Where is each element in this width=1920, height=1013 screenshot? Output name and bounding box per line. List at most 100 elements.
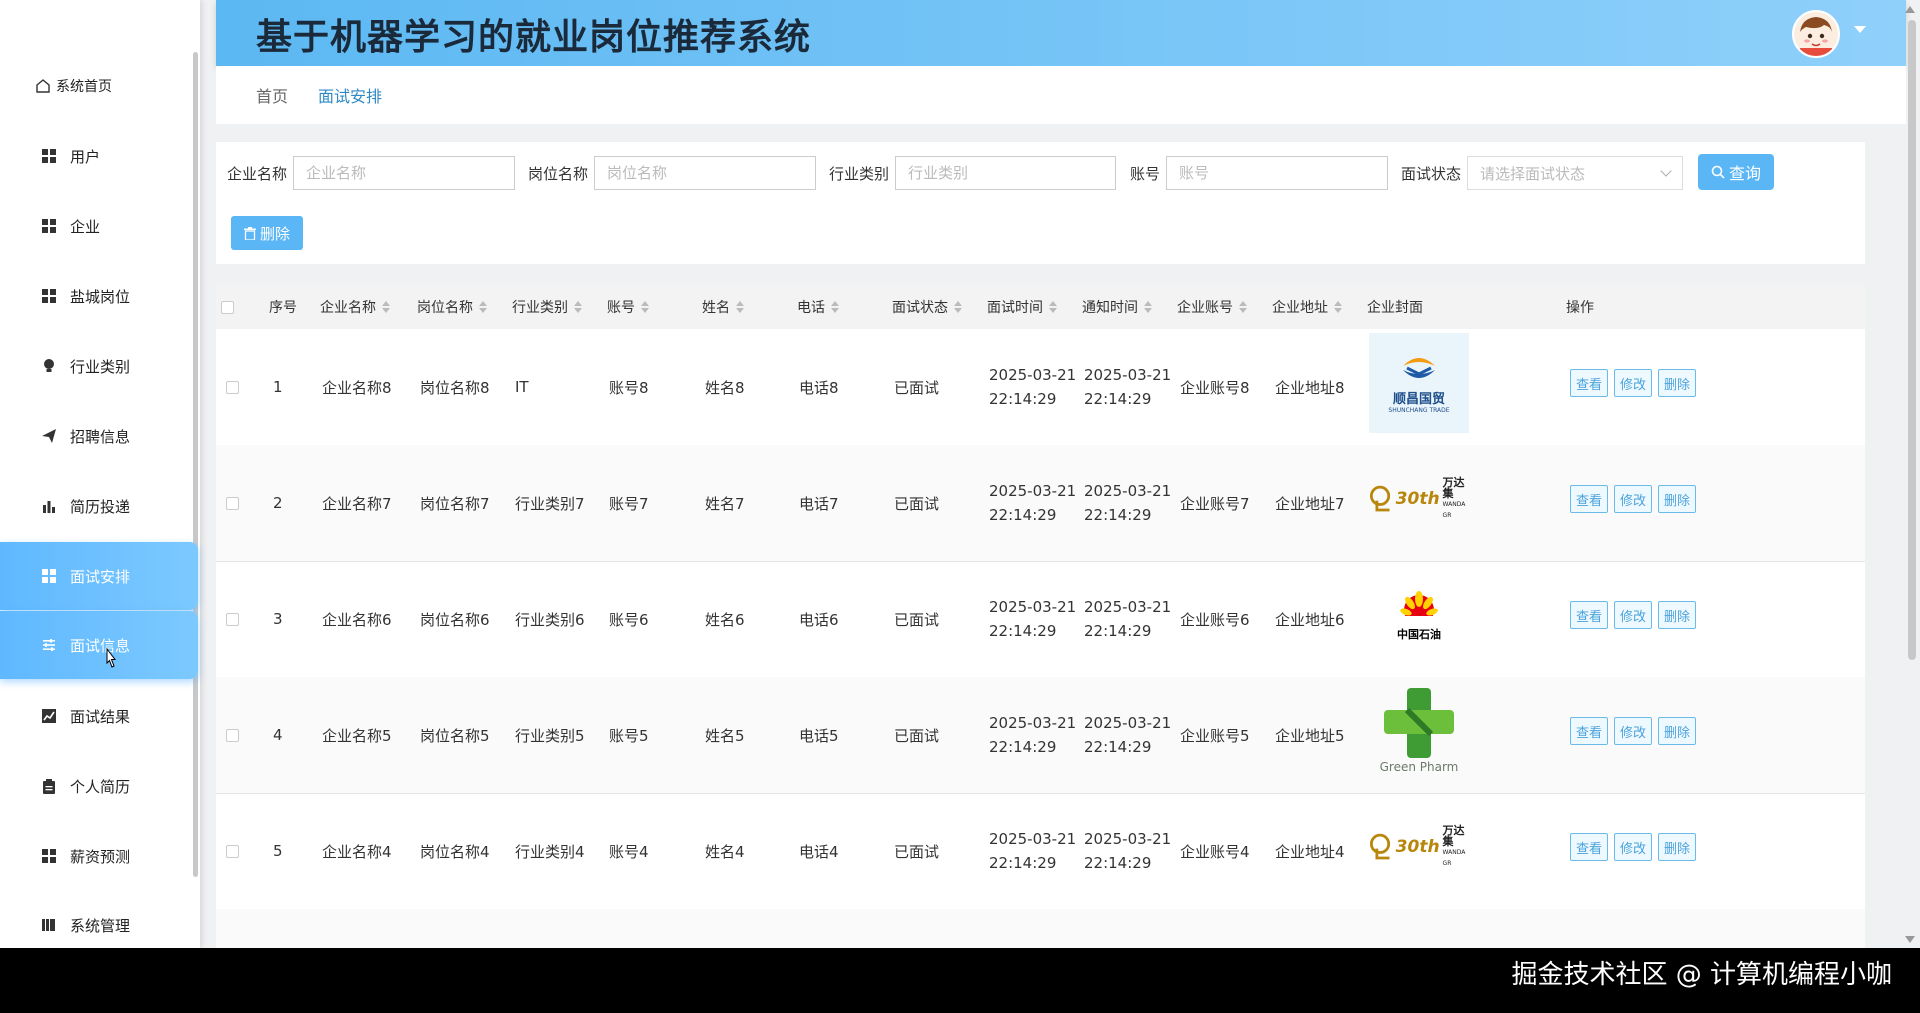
cell-company: 企业名称6 bbox=[322, 610, 392, 629]
sidebar-item-home[interactable]: 系统首页 bbox=[0, 52, 198, 120]
scroll-down-arrow-icon[interactable] bbox=[1905, 936, 1915, 943]
table-row: 2 企业名称7 岗位名称7 行业类别7 账号7 姓名7 电话7 已面试 2025… bbox=[216, 445, 1865, 562]
query-button[interactable]: 查询 bbox=[1698, 154, 1774, 190]
col-address[interactable]: 企业地址 bbox=[1272, 285, 1342, 329]
col-job[interactable]: 岗位名称 bbox=[417, 285, 487, 329]
col-industry[interactable]: 行业类别 bbox=[512, 285, 582, 329]
sidebar-item-personal-resume[interactable]: 个人简历 bbox=[0, 752, 198, 820]
company-cover-image[interactable]: 30th 万达集 WANDA GR bbox=[1369, 449, 1469, 549]
interview-status-select[interactable]: 请选择面试状态 bbox=[1467, 156, 1684, 190]
delete-button[interactable]: 删除 bbox=[1658, 601, 1696, 629]
sidebar-item-salary-prediction[interactable]: 薪资预测 bbox=[0, 822, 198, 890]
row-checkbox[interactable] bbox=[226, 844, 239, 858]
interview-clock: 22:14:29 bbox=[989, 506, 1057, 524]
col-interview-time[interactable]: 面试时间 bbox=[987, 285, 1057, 329]
sidebar-item-system-management[interactable]: 系统管理 bbox=[0, 891, 198, 948]
company-cover-image[interactable]: 顺昌国贸 SHUNCHANG TRADE bbox=[1369, 333, 1469, 433]
company-cover-image[interactable]: 中国石油 bbox=[1369, 565, 1469, 665]
batch-delete-button[interactable]: 删除 bbox=[231, 216, 303, 250]
sidebar-item-users[interactable]: 用户 bbox=[0, 122, 198, 190]
col-company[interactable]: 企业名称 bbox=[320, 285, 390, 329]
table-header: 序号 企业名称 岗位名称 行业类别 账号 姓名 电话 面试状态 面试时间 通知时… bbox=[216, 285, 1865, 329]
page-scrollbar[interactable] bbox=[1908, 20, 1916, 660]
select-all-checkbox-cell[interactable] bbox=[221, 285, 234, 329]
col-name[interactable]: 姓名 bbox=[702, 285, 744, 329]
edit-button[interactable]: 修改 bbox=[1614, 601, 1652, 629]
sidebar-item-interview-schedule[interactable]: 面试安排 bbox=[0, 542, 198, 610]
col-status[interactable]: 面试状态 bbox=[892, 285, 962, 329]
row-checkbox[interactable] bbox=[226, 612, 239, 626]
sidebar-item-recruitment[interactable]: 招聘信息 bbox=[0, 402, 198, 470]
scroll-up-arrow-icon[interactable] bbox=[1905, 6, 1915, 13]
sidebar-item-resume-delivery[interactable]: 简历投递 bbox=[0, 472, 198, 540]
edit-button[interactable]: 修改 bbox=[1614, 369, 1652, 397]
cell-name: 姓名5 bbox=[705, 726, 745, 745]
account-filter-label: 账号 bbox=[1130, 164, 1161, 183]
row-checkbox[interactable] bbox=[226, 380, 239, 394]
mouse-cursor-icon bbox=[106, 648, 117, 668]
cell-notify-time: 2025-03-21 22:14:29 bbox=[1084, 561, 1171, 677]
job-name-input[interactable] bbox=[594, 156, 817, 190]
view-button[interactable]: 查看 bbox=[1570, 369, 1608, 397]
edit-button[interactable]: 修改 bbox=[1614, 717, 1652, 745]
col-notify-time[interactable]: 通知时间 bbox=[1082, 285, 1152, 329]
sidebar-item-interview-info[interactable]: 面试信息 bbox=[0, 611, 198, 679]
cell-status: 已面试 bbox=[894, 378, 940, 397]
logo-text: 顺昌国贸 bbox=[1392, 392, 1445, 407]
sidebar-item-label: 盐城岗位 bbox=[70, 287, 131, 306]
sidebar-item-interview-result[interactable]: 面试结果 bbox=[0, 682, 198, 750]
company-cover-image[interactable] bbox=[1369, 913, 1469, 948]
table-row: 4 企业名称5 岗位名称5 行业类别5 账号5 姓名5 电话5 已面试 2025… bbox=[216, 677, 1865, 794]
job-filter-label: 岗位名称 bbox=[528, 164, 589, 183]
account-input[interactable] bbox=[1166, 156, 1389, 190]
col-company-account[interactable]: 企业账号 bbox=[1177, 285, 1247, 329]
sidebar-item-label: 招聘信息 bbox=[70, 427, 131, 446]
bar-chart-icon bbox=[40, 497, 58, 515]
sidebar-item-label: 个人简历 bbox=[70, 777, 131, 796]
delete-button[interactable]: 删除 bbox=[1658, 369, 1696, 397]
notify-clock: 22:14:29 bbox=[1084, 854, 1152, 872]
table-row: 3 企业名称6 岗位名称6 行业类别6 账号6 姓名6 电话6 已面试 2025… bbox=[216, 561, 1865, 678]
cell-status: 已面试 bbox=[894, 842, 940, 861]
col-account[interactable]: 账号 bbox=[607, 285, 649, 329]
edit-button[interactable]: 修改 bbox=[1614, 485, 1652, 513]
delete-button[interactable]: 删除 bbox=[1658, 485, 1696, 513]
company-cover-image[interactable]: 30th 万达集 WANDA GR bbox=[1369, 797, 1469, 897]
industry-input[interactable] bbox=[895, 156, 1117, 190]
sidebar-item-company[interactable]: 企业 bbox=[0, 192, 198, 260]
sidebar-item-yancheng-jobs[interactable]: 盐城岗位 bbox=[0, 262, 198, 330]
sidebar-item-industry[interactable]: 行业类别 bbox=[0, 332, 198, 400]
interview-clock: 22:14:29 bbox=[989, 854, 1057, 872]
cell-job: 岗位名称4 bbox=[420, 842, 490, 861]
view-button[interactable]: 查看 bbox=[1570, 717, 1608, 745]
cell-company-account: 企业账号6 bbox=[1180, 610, 1250, 629]
status-filter: 面试状态 请选择面试状态 bbox=[1401, 156, 1684, 190]
row-checkbox[interactable] bbox=[226, 728, 239, 742]
view-button[interactable]: 查看 bbox=[1570, 833, 1608, 861]
delete-button[interactable]: 删除 bbox=[1658, 717, 1696, 745]
wanda-mark-icon bbox=[1369, 485, 1391, 512]
breadcrumb-home[interactable]: 首页 bbox=[256, 83, 288, 107]
col-phone[interactable]: 电话 bbox=[797, 285, 839, 329]
company-name-input[interactable] bbox=[293, 156, 516, 190]
book-icon bbox=[40, 916, 58, 934]
avatar[interactable] bbox=[1792, 10, 1840, 58]
sort-icon bbox=[831, 301, 839, 313]
top-header: 基于机器学习的就业岗位推荐系统 bbox=[216, 0, 1906, 66]
row-actions: 查看 修改 删除 bbox=[1570, 485, 1696, 513]
cell-no: 1 bbox=[273, 378, 283, 396]
edit-button[interactable]: 修改 bbox=[1614, 833, 1652, 861]
notify-clock: 22:14:29 bbox=[1084, 622, 1152, 640]
query-button-label: 查询 bbox=[1728, 164, 1761, 183]
view-button[interactable]: 查看 bbox=[1570, 601, 1608, 629]
row-checkbox[interactable] bbox=[226, 496, 239, 510]
avatar-dropdown-chevron-icon[interactable] bbox=[1854, 26, 1866, 33]
cell-interview-time: 2025-03-21 22:14:29 bbox=[989, 677, 1076, 793]
cell-status: 已面试 bbox=[894, 726, 940, 745]
cell-industry: 行业类别5 bbox=[515, 726, 585, 745]
company-cover-image[interactable]: Green Pharm bbox=[1369, 681, 1469, 781]
view-button[interactable]: 查看 bbox=[1570, 485, 1608, 513]
delete-button[interactable]: 删除 bbox=[1658, 833, 1696, 861]
select-all-checkbox[interactable] bbox=[221, 300, 234, 314]
cell-industry: 行业类别4 bbox=[515, 842, 585, 861]
